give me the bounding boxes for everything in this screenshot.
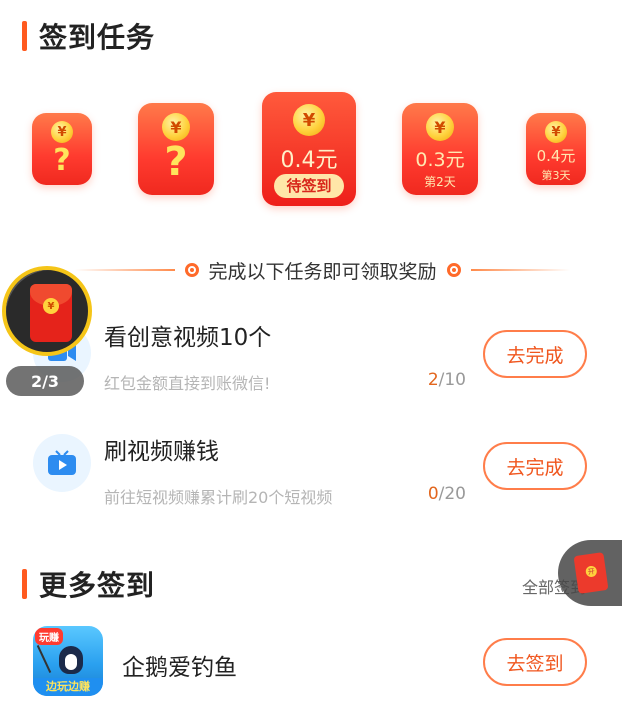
- floating-redpacket-button[interactable]: 开: [558, 540, 622, 606]
- packet-amount: 0.4元: [280, 148, 338, 173]
- task-title: 刷视频赚钱: [104, 439, 219, 465]
- progress-total: /20: [438, 484, 466, 504]
- timer-ring: ¥: [2, 266, 92, 356]
- fishing-rod: [36, 644, 52, 674]
- game-icon-footer: 边玩边赚: [33, 678, 103, 696]
- open-seal: 开: [585, 565, 598, 578]
- red-packet-day2[interactable]: ¥ 0.3元 第2天: [402, 103, 478, 195]
- task-subtitle: 前往短视频赚累计刷20个短视频: [104, 488, 333, 507]
- task-divider: 完成以下任务即可领取奖励: [75, 256, 571, 284]
- mystery-mark: ?: [53, 143, 71, 178]
- go-checkin-button[interactable]: 去签到: [483, 638, 587, 686]
- task-progress: 2/10: [428, 370, 466, 390]
- divider-dot-icon: [446, 263, 461, 277]
- red-packet-today[interactable]: ¥ 0.4元 待签到: [262, 92, 356, 206]
- progress-total: /10: [438, 370, 466, 390]
- red-envelope-icon: ¥: [30, 284, 72, 342]
- more-title: 更多签到: [39, 569, 156, 602]
- checkin-section-title: 签到任务: [22, 16, 155, 56]
- play-earn-badge: 玩赚: [35, 628, 63, 645]
- packet-amount: 0.3元: [415, 149, 465, 171]
- checkin-title: 签到任务: [39, 21, 156, 54]
- coin-icon: ¥: [545, 121, 567, 143]
- game-app-icon[interactable]: 玩赚 边玩边赚: [33, 626, 103, 696]
- title-accent-bar: [22, 21, 27, 51]
- pending-checkin-button[interactable]: 待签到: [274, 174, 344, 198]
- progress-done: 2: [427, 370, 439, 390]
- red-packet-2[interactable]: ¥ ?: [138, 103, 214, 195]
- divider-dot-icon: [184, 263, 199, 277]
- task-item-short-video: 刷视频赚钱 前往短视频赚累计刷20个短视频 0/20 去完成: [0, 412, 622, 512]
- divider-text: 完成以下任务即可领取奖励: [208, 260, 437, 283]
- divider-line: [470, 269, 571, 271]
- go-complete-button[interactable]: 去完成: [483, 442, 587, 490]
- more-section-title: 更多签到: [22, 564, 155, 604]
- progress-done: 0: [427, 484, 439, 504]
- floating-redpacket-timer[interactable]: ¥: [0, 264, 94, 370]
- timer-count-badge: 2/3: [6, 366, 84, 396]
- coin-icon: ¥: [162, 113, 190, 141]
- packet-amount: 0.4元: [536, 147, 576, 165]
- red-packet-1[interactable]: ¥ ?: [32, 113, 92, 185]
- task-title: 看创意视频10个: [104, 325, 272, 351]
- packet-day-label: 第3天: [541, 169, 571, 182]
- red-envelope-icon: 开: [573, 552, 609, 594]
- penguin-icon: [59, 646, 83, 674]
- tv-play-icon: [33, 434, 91, 492]
- coin-icon: ¥: [43, 298, 59, 314]
- packet-day-label: 第2天: [424, 175, 456, 189]
- mystery-mark: ?: [164, 139, 188, 185]
- red-packet-day3[interactable]: ¥ 0.4元 第3天: [526, 113, 586, 185]
- go-complete-button[interactable]: 去完成: [483, 330, 587, 378]
- coin-icon: ¥: [293, 104, 325, 136]
- task-subtitle: 红包金额直接到账微信!: [104, 374, 271, 393]
- game-name: 企鹅爱钓鱼: [122, 655, 237, 681]
- task-progress: 0/20: [428, 484, 466, 504]
- title-accent-bar: [22, 569, 27, 599]
- coin-icon: ¥: [426, 113, 454, 141]
- coin-icon: ¥: [51, 121, 73, 143]
